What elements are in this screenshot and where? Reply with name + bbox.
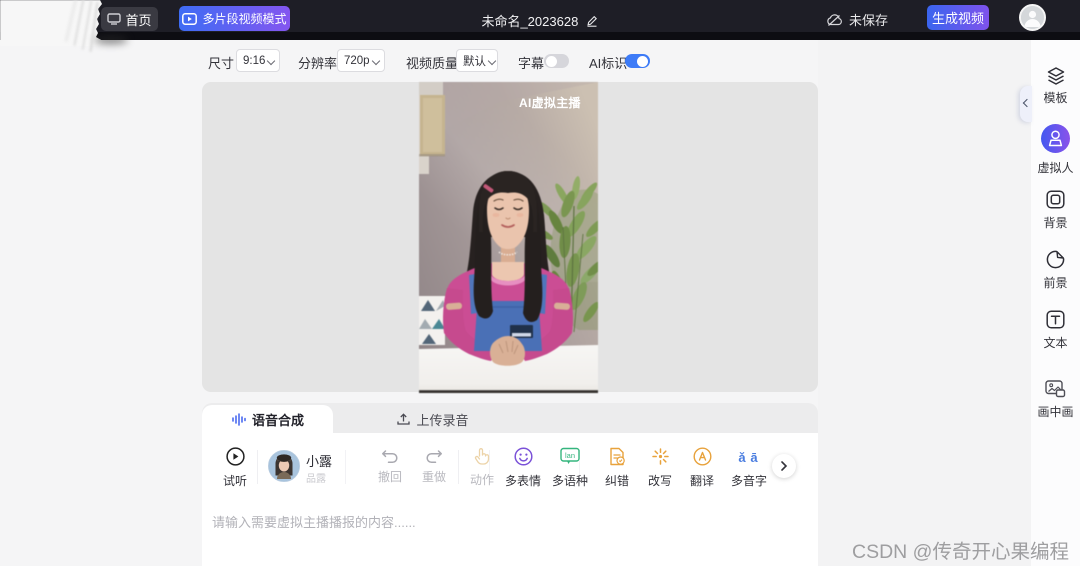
- svg-text:ǎ: ǎ: [738, 450, 746, 465]
- svg-text:ā: ā: [750, 450, 758, 465]
- svg-text:lan: lan: [565, 451, 575, 460]
